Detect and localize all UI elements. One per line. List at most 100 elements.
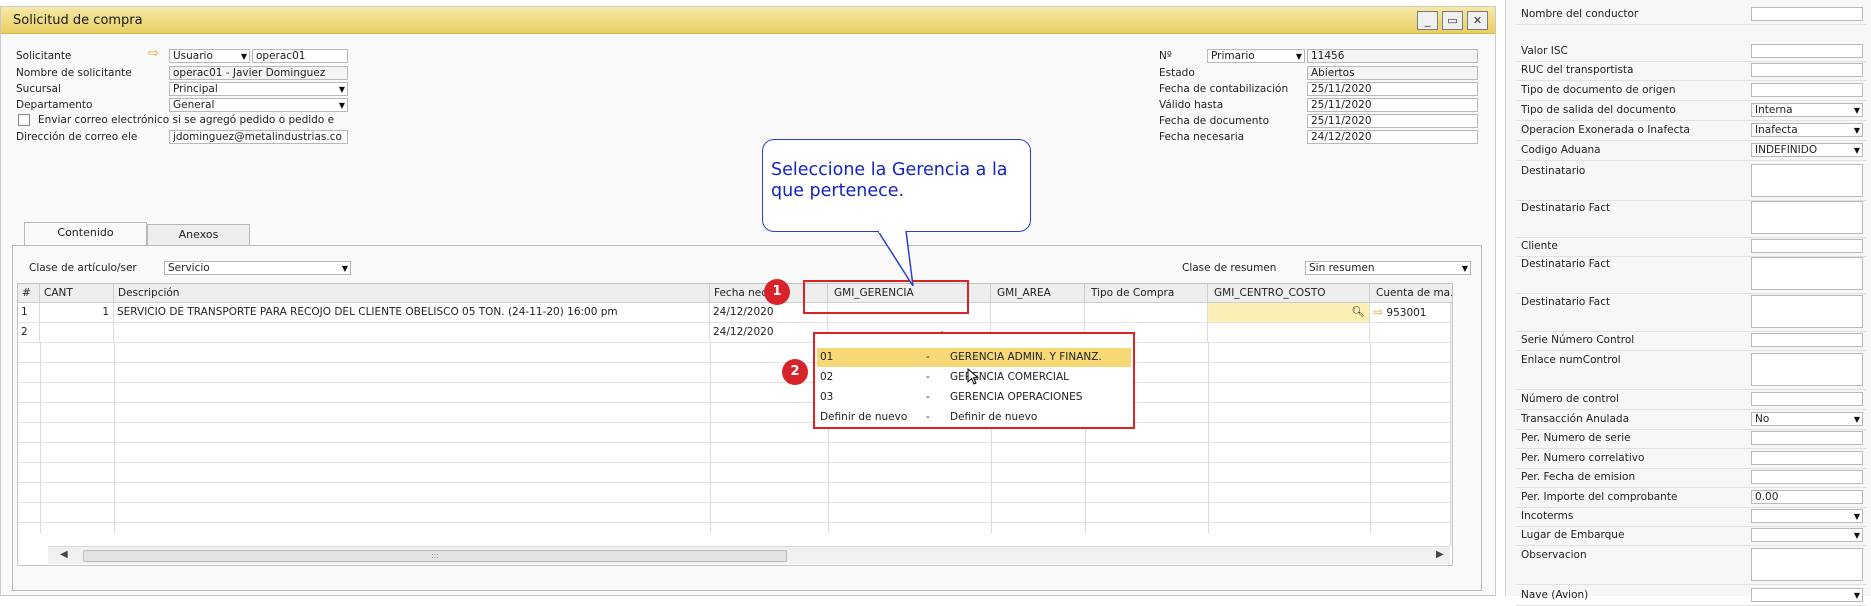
side-field-select[interactable]: INDEFINIDO ▼ xyxy=(1751,143,1863,157)
cell-cant[interactable] xyxy=(40,323,114,343)
side-field-select[interactable]: ▼ xyxy=(1751,509,1863,523)
close-button[interactable]: ✕ xyxy=(1467,11,1488,30)
side-field-input[interactable] xyxy=(1751,353,1863,386)
side-field-input[interactable] xyxy=(1751,83,1863,97)
cell-descripcion[interactable]: SERVICIO DE TRANSPORTE PARA RECOJO DEL C… xyxy=(114,303,710,323)
scroll-right-icon[interactable]: ▶ xyxy=(1436,549,1444,560)
cell-cant[interactable]: 1 xyxy=(40,303,114,323)
side-field-label: Enlace numControl xyxy=(1521,354,1621,366)
horizontal-scrollbar[interactable]: ◀ ::: ▶ xyxy=(48,546,1450,564)
scroll-thumb[interactable]: ::: xyxy=(83,550,787,562)
side-field-input[interactable] xyxy=(1751,431,1863,445)
side-field-input[interactable]: 0.00 xyxy=(1751,490,1863,504)
col-header-area[interactable]: GMI_AREA xyxy=(991,284,1085,303)
side-field-select[interactable]: ▼ xyxy=(1751,528,1863,542)
side-field-select[interactable]: No ▼ xyxy=(1751,412,1863,426)
side-row-divider xyxy=(1516,331,1866,332)
chevron-down-icon: ▼ xyxy=(1295,52,1302,61)
side-field-input[interactable] xyxy=(1751,470,1863,484)
cell-centro-costo[interactable] xyxy=(1208,323,1370,343)
cell-cuenta-value: 953001 xyxy=(1386,307,1427,319)
link-arrow-icon[interactable]: ⇨ xyxy=(1373,305,1383,319)
col-header-num[interactable]: # xyxy=(18,284,40,303)
email-field[interactable]: jdominguez@metalindustrias.co xyxy=(169,130,348,144)
option-name: Definir de nuevo xyxy=(950,411,1038,423)
solicitante-label: Solicitante xyxy=(16,50,72,62)
email-checkbox[interactable] xyxy=(18,114,30,126)
side-field-input[interactable] xyxy=(1751,295,1863,328)
fecha-nec-field[interactable]: 24/12/2020 xyxy=(1307,130,1478,144)
col-header-centro-costo[interactable]: GMI_CENTRO_COSTO xyxy=(1208,284,1370,303)
side-field-label: Número de control xyxy=(1521,393,1619,405)
valido-field[interactable]: 25/11/2020 xyxy=(1307,98,1478,112)
col-header-descripcion[interactable]: Descripción xyxy=(114,284,710,303)
side-row-divider xyxy=(1516,409,1866,410)
col-header-cuenta[interactable]: Cuenta de ma... xyxy=(1370,284,1452,303)
solicitante-type-select[interactable]: Usuario ▼ xyxy=(169,49,250,63)
restore-button[interactable]: ▭ xyxy=(1442,11,1463,30)
col-divider xyxy=(1370,343,1371,533)
side-field-input[interactable] xyxy=(1751,392,1863,406)
side-field-input[interactable] xyxy=(1751,7,1863,21)
side-field-input[interactable] xyxy=(1751,239,1863,253)
vertical-scrollbar[interactable]: ▲ ▼ xyxy=(1450,303,1452,546)
dropdown-option[interactable]: 03 - GERENCIA OPERACIONES xyxy=(817,388,1131,407)
side-row-divider xyxy=(1516,100,1866,101)
minimize-button[interactable]: _ xyxy=(1417,11,1438,30)
col-header-cant[interactable]: CANT xyxy=(40,284,114,303)
sucursal-select[interactable]: Principal ▼ xyxy=(169,82,348,96)
side-row-divider xyxy=(1516,293,1866,294)
title-bar: Solicitud de compra _ ▭ ✕ xyxy=(1,7,1495,34)
side-field-label: Destinatario xyxy=(1521,165,1586,177)
scroll-left-icon[interactable]: ◀ xyxy=(60,549,68,560)
search-icon[interactable]: 🔍︎ xyxy=(1352,303,1365,322)
solicitante-type-value: Usuario xyxy=(173,50,213,62)
clase-resumen-value: Sin resumen xyxy=(1309,262,1375,274)
cell-descripcion[interactable] xyxy=(114,323,710,343)
cell-centro-costo[interactable]: 🔍︎ xyxy=(1208,303,1370,323)
side-field-select[interactable]: ▼ xyxy=(1751,588,1863,602)
col-header-tipo-compra[interactable]: Tipo de Compra xyxy=(1085,284,1208,303)
fecha-nec-label: Fecha necesaria xyxy=(1159,131,1245,143)
side-field-input[interactable] xyxy=(1751,257,1863,290)
gerencia-dropdown-list: 01 - GERENCIA ADMIN. Y FINANZ. 02 - GERE… xyxy=(813,332,1135,429)
sucursal-value: Principal xyxy=(173,83,218,95)
side-field-label: Operacion Exonerada o Inafecta xyxy=(1521,124,1690,136)
side-field-input[interactable] xyxy=(1751,548,1863,581)
side-field-input[interactable] xyxy=(1751,201,1863,234)
cell-tipo-compra[interactable] xyxy=(1085,303,1208,323)
side-field-select[interactable]: Inafecta ▼ xyxy=(1751,123,1863,137)
side-field-value: Inafecta xyxy=(1755,124,1798,136)
clase-articulo-label: Clase de artículo/ser xyxy=(29,262,137,274)
side-row-divider xyxy=(1516,140,1866,141)
clase-resumen-select[interactable]: Sin resumen ▼ xyxy=(1305,261,1471,275)
fecha-cont-field[interactable]: 25/11/2020 xyxy=(1307,82,1478,96)
solicitante-input[interactable]: operac01 xyxy=(252,49,348,63)
side-field-label: Codigo Aduana xyxy=(1521,144,1601,156)
clase-articulo-select[interactable]: Servicio ▼ xyxy=(164,261,351,275)
cell-fecha[interactable]: 24/12/2020 xyxy=(710,323,828,343)
side-field-input[interactable] xyxy=(1751,44,1863,58)
row-number[interactable]: 2 xyxy=(18,323,40,343)
dropdown-option[interactable]: Definir de nuevo - Definir de nuevo xyxy=(817,408,1131,427)
dropdown-option[interactable]: 01 - GERENCIA ADMIN. Y FINANZ. xyxy=(817,348,1131,367)
side-row-divider xyxy=(1516,584,1866,585)
side-field-input[interactable] xyxy=(1751,451,1863,465)
tab-anexos[interactable]: Anexos xyxy=(147,224,250,246)
link-arrow-icon[interactable]: ⇨ xyxy=(148,46,159,61)
side-row-divider xyxy=(1516,120,1866,121)
col-divider xyxy=(1208,343,1209,533)
cell-area[interactable] xyxy=(991,303,1085,323)
tab-contenido[interactable]: Contenido xyxy=(24,222,147,246)
fecha-doc-field[interactable]: 25/11/2020 xyxy=(1307,114,1478,128)
departamento-select[interactable]: General ▼ xyxy=(169,98,348,112)
side-field-select[interactable]: Interna ▼ xyxy=(1751,103,1863,117)
side-field-input[interactable] xyxy=(1751,333,1863,347)
option-name: GERENCIA OPERACIONES xyxy=(950,391,1083,403)
serie-select[interactable]: Primario ▼ xyxy=(1207,49,1305,63)
row-number[interactable]: 1 xyxy=(18,303,40,323)
cell-cuenta[interactable]: ⇨ 953001 xyxy=(1370,303,1452,323)
side-field-input[interactable] xyxy=(1751,63,1863,77)
side-field-input[interactable] xyxy=(1751,164,1863,197)
cell-cuenta[interactable] xyxy=(1370,323,1452,343)
